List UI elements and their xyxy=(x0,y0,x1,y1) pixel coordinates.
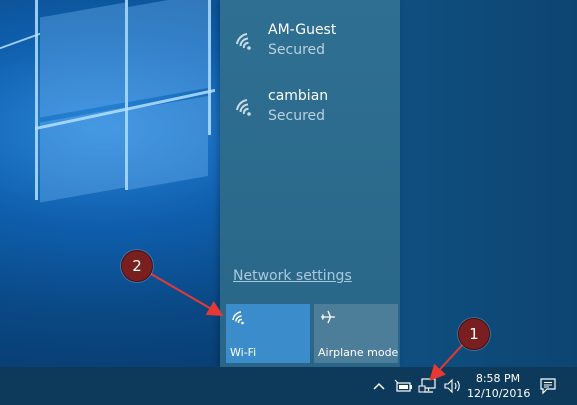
network-settings-link[interactable]: Network settings xyxy=(233,268,352,284)
show-hidden-icons-chevron-icon[interactable] xyxy=(370,367,388,405)
network-item-am-guest[interactable]: AM-Guest Secured xyxy=(234,22,394,68)
wallpaper-pane xyxy=(40,107,125,203)
wallpaper-pane xyxy=(128,95,208,191)
power-icon[interactable] xyxy=(393,367,415,405)
network-status: Secured xyxy=(268,108,326,124)
airplane-mode-tile[interactable]: Airplane mode xyxy=(314,304,398,363)
wifi-signal-icon xyxy=(236,99,251,116)
wifi-icon xyxy=(232,311,244,325)
network-item-cambian[interactable]: cambian Secured xyxy=(234,88,394,134)
callout-badge-2: 2 xyxy=(121,250,153,282)
tile-label: Wi-Fi xyxy=(230,346,257,359)
wifi-signal-icon xyxy=(236,33,251,50)
desktop-right-region xyxy=(400,0,577,367)
clock-date: 12/10/2016 xyxy=(467,387,531,400)
wallpaper-beam xyxy=(208,0,211,135)
wallpaper-pane xyxy=(40,2,125,118)
network-status: Secured xyxy=(268,42,326,58)
taskbar-clock[interactable]: 8:58 PM 12/10/2016 xyxy=(467,371,531,401)
wallpaper-pane xyxy=(128,0,208,103)
network-name: cambian xyxy=(268,88,329,104)
wallpaper-beam xyxy=(0,32,40,50)
wallpaper-beam xyxy=(35,0,38,200)
network-flyout: AM-Guest Secured cambian Secured Network… xyxy=(220,0,400,367)
action-center-icon[interactable] xyxy=(536,367,560,405)
volume-icon[interactable] xyxy=(442,367,464,405)
tile-label: Airplane mode xyxy=(318,346,399,359)
taskbar: 8:58 PM 12/10/2016 xyxy=(0,367,577,405)
callout-badge-1: 1 xyxy=(458,318,490,350)
network-name: AM-Guest xyxy=(268,22,337,38)
network-icon[interactable] xyxy=(417,367,439,405)
clock-time: 8:58 PM xyxy=(475,372,521,385)
airplane-icon xyxy=(321,310,335,324)
wifi-toggle-tile[interactable]: Wi-Fi xyxy=(226,304,310,363)
wallpaper-beam xyxy=(125,0,128,190)
